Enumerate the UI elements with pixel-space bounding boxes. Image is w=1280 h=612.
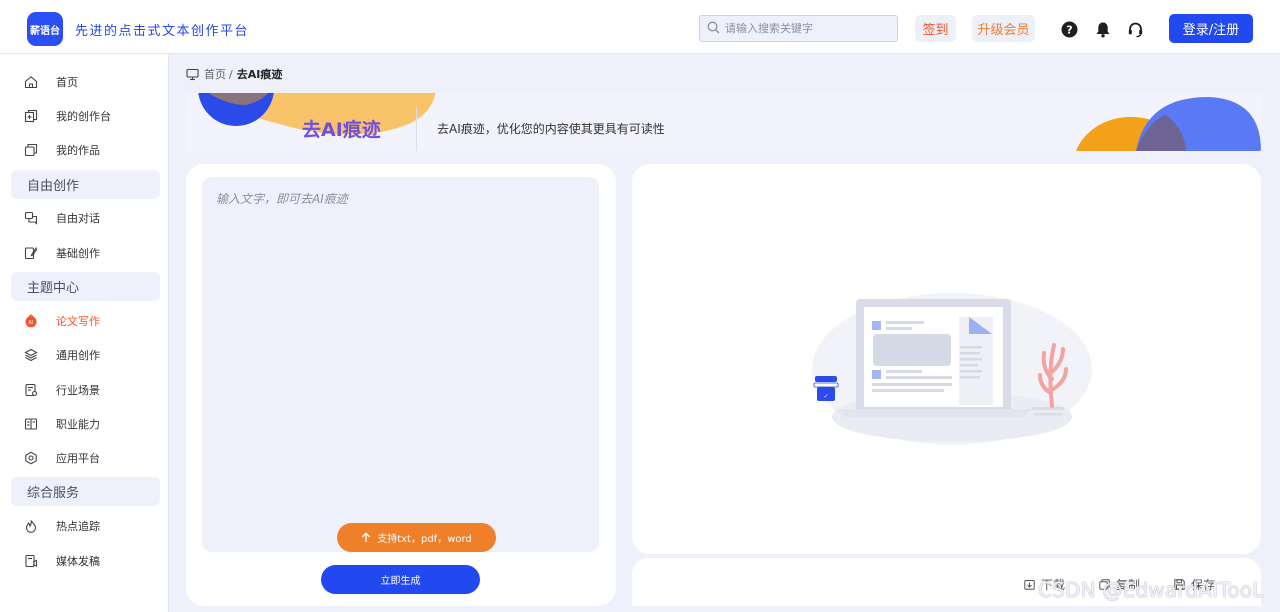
sidebar-item-label: 基础创作: [56, 247, 100, 260]
works-icon: [23, 142, 39, 158]
breadcrumb-home[interactable]: 首页: [204, 66, 226, 82]
download-icon: [1024, 579, 1035, 590]
paper-icon: AI: [23, 313, 39, 329]
svg-text:✓: ✓: [823, 393, 828, 400]
content-textarea[interactable]: [202, 177, 599, 552]
headset-icon[interactable]: [1125, 19, 1145, 39]
sidebar-item-paper-writing[interactable]: AI 论文写作: [23, 310, 163, 332]
sidebar-item-label: 应用平台: [56, 452, 100, 465]
tool-banner: 去AI痕迹 去AI痕迹，优化您的内容使其更具有可读性: [186, 93, 1261, 151]
sidebar-item-label: 自由对话: [56, 212, 100, 225]
download-label: 下载: [1041, 578, 1066, 592]
svg-text:?: ?: [1066, 23, 1072, 36]
sidebar-item-label: 首页: [56, 76, 78, 89]
scene-icon: [23, 382, 39, 398]
svg-text:AI: AI: [29, 320, 34, 326]
sidebar-item-label: 行业场景: [56, 384, 100, 397]
career-icon: [23, 416, 39, 432]
breadcrumb-current: 去AI痕迹: [236, 68, 283, 81]
sidebar-item-basic-creation[interactable]: 基础创作: [23, 242, 163, 264]
upload-file-button[interactable]: 支持txt，pdf，word: [337, 523, 496, 552]
sidebar-item-free-chat[interactable]: 自由对话: [23, 207, 163, 229]
breadcrumb-separator: /: [229, 67, 233, 81]
generate-button[interactable]: 立即生成: [321, 565, 480, 594]
copy-label: 复制: [1116, 578, 1141, 592]
breadcrumb: 首页 / 去AI痕迹: [186, 66, 282, 82]
sidebar-item-industry-scenes[interactable]: 行业场景: [23, 379, 163, 401]
sidebar-item-label: 热点追踪: [56, 520, 100, 533]
workspace-icon: [23, 108, 39, 124]
text-input-area: 支持txt，pdf，word: [202, 177, 599, 552]
sidebar-item-hot-tracking[interactable]: 热点追踪: [23, 515, 163, 537]
bell-icon[interactable]: [1093, 19, 1113, 39]
upload-label: 支持txt，pdf，word: [377, 534, 472, 545]
sidebar-item-label: 我的创作台: [56, 110, 111, 123]
chat-icon: [23, 210, 39, 226]
search-box[interactable]: [699, 15, 898, 42]
save-button[interactable]: 保存: [1174, 576, 1215, 593]
logo-text: 薪语台: [30, 25, 60, 37]
save-icon: [1174, 579, 1185, 590]
platform-icon: [23, 450, 39, 466]
search-input[interactable]: [725, 22, 885, 35]
media-icon: [23, 553, 39, 569]
signin-button[interactable]: 签到: [915, 15, 956, 42]
sidebar-item-label: 论文写作: [56, 315, 100, 328]
copy-button[interactable]: 复制: [1099, 576, 1140, 593]
monitor-icon: [186, 68, 199, 81]
banner-description: 去AI痕迹，优化您的内容使其更具有可读性: [437, 122, 665, 136]
download-button[interactable]: 下载: [1024, 576, 1065, 593]
copy-icon: [1099, 579, 1110, 590]
slogan: 先进的点击式文本创作平台: [75, 24, 250, 39]
layers-icon: [23, 347, 39, 363]
sidebar-item-works[interactable]: 我的作品: [23, 139, 163, 161]
hot-icon: [23, 518, 39, 534]
banner-title: 去AI痕迹: [302, 119, 381, 141]
sidebar: 首页 我的创作台 我的作品 自由创作 自由对话 基础创作 主题中心 AI 论文写…: [0, 54, 169, 612]
help-icon[interactable]: ?: [1059, 19, 1079, 39]
section-free-creation: 自由创作: [11, 170, 160, 199]
search-icon: [707, 21, 720, 37]
sidebar-item-media-release[interactable]: 媒体发稿: [23, 550, 163, 572]
home-icon: [23, 74, 39, 90]
top-header: 薪语台 先进的点击式文本创作平台 签到 升级会员 ? 登录/注册: [0, 0, 1280, 54]
edit-icon: [23, 245, 39, 261]
output-panel: ✓: [632, 164, 1261, 554]
empty-state-illustration: ✓: [812, 293, 1092, 445]
upgrade-vip-button[interactable]: 升级会员: [972, 15, 1035, 42]
logo[interactable]: 薪语台: [27, 12, 63, 46]
output-actions-bar: 下载 复制 保存: [632, 558, 1261, 606]
sidebar-item-label: 媒体发稿: [56, 555, 100, 568]
input-panel: 支持txt，pdf，word 立即生成: [186, 164, 616, 606]
sidebar-item-workspace[interactable]: 我的创作台: [23, 105, 163, 127]
sidebar-item-label: 我的作品: [56, 144, 100, 157]
upload-arrow-icon: [361, 532, 371, 543]
sidebar-item-home[interactable]: 首页: [23, 71, 163, 93]
sidebar-item-label: 通用创作: [56, 349, 100, 362]
section-topic-center: 主题中心: [11, 272, 160, 301]
sidebar-item-general-creation[interactable]: 通用创作: [23, 344, 163, 366]
save-label: 保存: [1191, 578, 1216, 592]
banner-divider: [416, 107, 417, 151]
sidebar-item-label: 职业能力: [56, 418, 100, 431]
sidebar-item-app-platform[interactable]: 应用平台: [23, 447, 163, 469]
sidebar-item-career-skills[interactable]: 职业能力: [23, 413, 163, 435]
login-register-button[interactable]: 登录/注册: [1169, 14, 1253, 43]
section-services: 综合服务: [11, 477, 160, 506]
